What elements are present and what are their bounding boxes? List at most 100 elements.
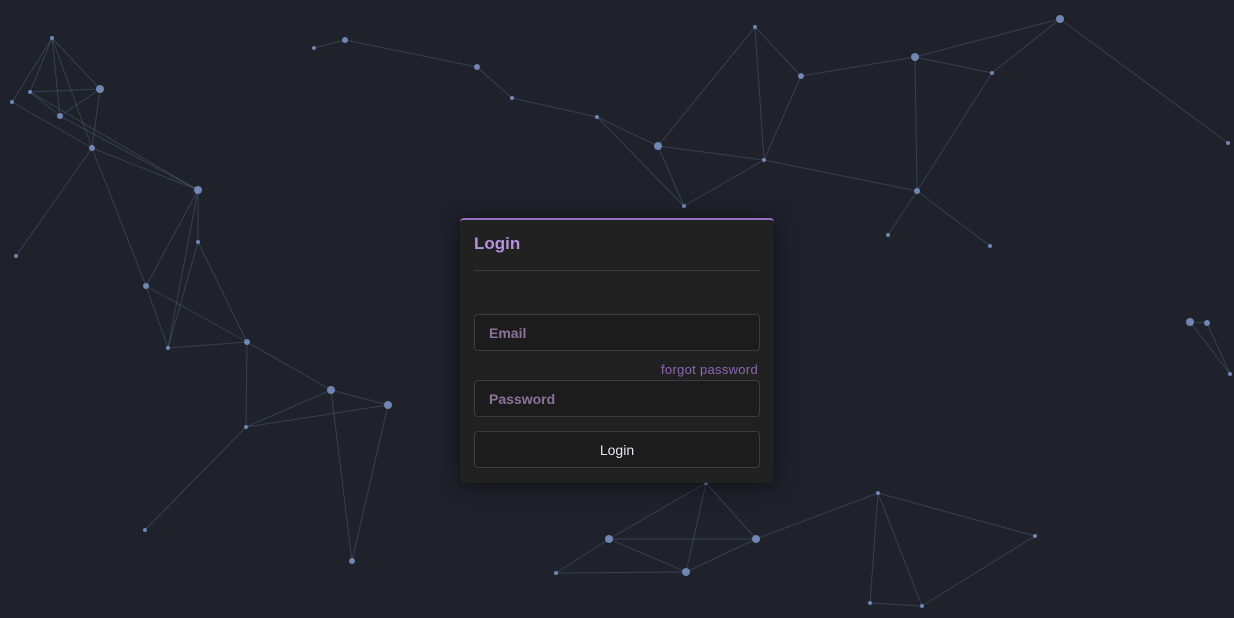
network-line (685, 482, 707, 573)
network-node (682, 204, 686, 208)
network-line (313, 39, 346, 49)
network-line (921, 535, 1036, 607)
network-line (167, 189, 199, 349)
network-line (683, 159, 765, 207)
network-line (167, 341, 248, 349)
network-line (991, 18, 1061, 74)
network-node (143, 283, 149, 289)
network-node (914, 188, 920, 194)
network-node (554, 571, 558, 575)
network-line (800, 56, 916, 77)
network-node (510, 96, 514, 100)
network-line (555, 538, 610, 574)
title-divider (474, 270, 760, 271)
network-line (914, 56, 993, 74)
network-node (28, 90, 32, 94)
network-node (654, 142, 662, 150)
network-line (657, 26, 756, 147)
network-line (145, 285, 169, 349)
network-line (596, 116, 659, 147)
network-line (246, 341, 332, 391)
network-line (869, 602, 923, 607)
network-line (916, 190, 991, 247)
network-line (763, 75, 802, 161)
network-node (1226, 141, 1230, 145)
network-node (1204, 320, 1210, 326)
network-line (1059, 18, 1229, 144)
network-line (167, 241, 199, 349)
network-node (1228, 372, 1232, 376)
network-line (887, 190, 918, 236)
network-line (197, 241, 248, 343)
login-title: Login (474, 234, 521, 253)
network-node (244, 425, 248, 429)
network-line (15, 147, 93, 257)
network-line (877, 492, 923, 607)
network-line (511, 97, 598, 118)
network-line (755, 492, 879, 540)
network-line (144, 426, 247, 531)
network-line (914, 56, 918, 192)
network-line (91, 147, 199, 191)
network-line (29, 91, 199, 191)
network-line (29, 37, 53, 93)
network-node (143, 528, 147, 532)
login-button[interactable]: Login (474, 431, 760, 468)
network-line (29, 88, 101, 93)
network-line (59, 88, 101, 117)
network-node (605, 535, 613, 543)
network-line (555, 571, 687, 574)
network-node (920, 604, 924, 608)
network-line (657, 145, 765, 161)
network-line (608, 538, 687, 573)
network-node (349, 558, 355, 564)
email-field[interactable] (474, 314, 760, 351)
network-line (763, 159, 918, 192)
network-line (685, 538, 757, 573)
network-line (657, 145, 685, 207)
network-node (50, 36, 54, 40)
network-node (14, 254, 18, 258)
network-node (57, 113, 63, 119)
network-node (682, 568, 690, 576)
network-node (988, 244, 992, 248)
network-line (145, 285, 248, 343)
network-line (344, 39, 478, 68)
network-line (59, 115, 199, 191)
network-line (754, 26, 802, 77)
network-line (351, 404, 389, 562)
network-node (327, 386, 335, 394)
network-line (29, 91, 61, 117)
network-node (474, 64, 480, 70)
network-node (1186, 318, 1194, 326)
network-line (916, 72, 993, 192)
password-field[interactable] (474, 380, 760, 417)
network-node (1033, 534, 1037, 538)
forgot-password-link[interactable]: forgot password (661, 362, 758, 377)
network-node (595, 115, 599, 119)
network-line (145, 189, 199, 287)
network-line (877, 492, 1036, 537)
network-node (753, 25, 757, 29)
network-node (96, 85, 104, 93)
network-line (245, 404, 389, 428)
network-node (89, 145, 95, 151)
network-node (166, 346, 170, 350)
network-line (91, 147, 147, 287)
network-node (312, 46, 316, 50)
network-node (384, 401, 392, 409)
network-node (196, 240, 200, 244)
network-node (798, 73, 804, 79)
network-node (244, 339, 250, 345)
network-node (194, 186, 202, 194)
network-node (911, 53, 919, 61)
network-line (11, 101, 93, 149)
network-line (330, 389, 353, 562)
network-line (91, 88, 101, 149)
network-line (705, 482, 757, 540)
network-line (608, 482, 707, 540)
network-node (1056, 15, 1064, 23)
network-line (754, 26, 765, 161)
network-node (752, 535, 760, 543)
login-card: Login forgot password Login (460, 218, 774, 483)
